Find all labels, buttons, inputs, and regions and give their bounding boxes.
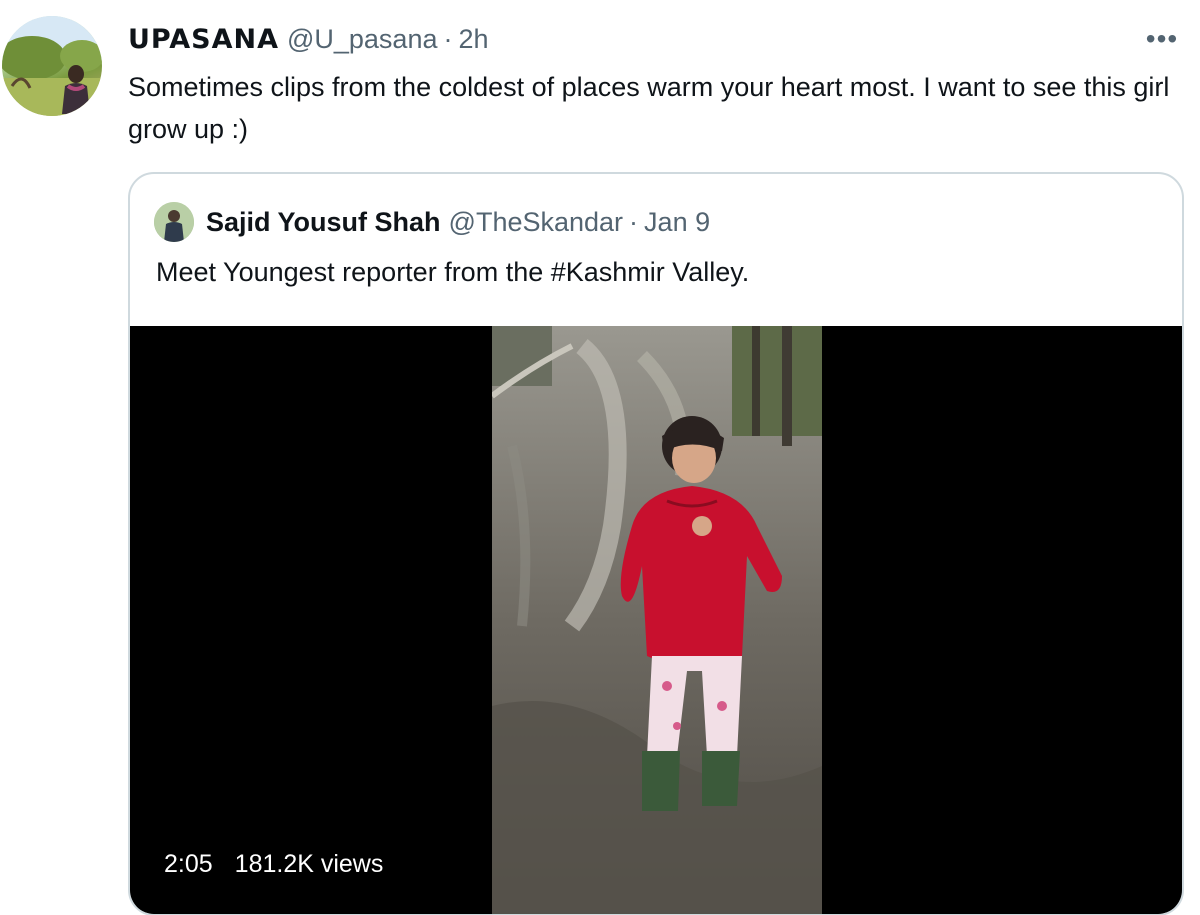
more-horizontal-icon[interactable]: ••• [1144, 23, 1180, 54]
quoted-author-handle[interactable]: @TheSkandar [449, 207, 624, 238]
quoted-tweet-header: Sajid Yousuf Shah @TheSkandar · Jan 9 [154, 202, 710, 242]
tweet-header: UPASANA @U_pasana · 2h [128, 22, 489, 56]
quoted-tweet-timestamp[interactable]: Jan 9 [644, 207, 710, 238]
video-view-count: 181.2K views [234, 850, 384, 878]
author-handle[interactable]: @U_pasana [287, 24, 438, 55]
video-metadata: 2:05 181.2K views [164, 850, 383, 879]
author-avatar[interactable] [2, 16, 102, 116]
video-duration: 2:05 [164, 850, 213, 878]
author-photo [2, 16, 102, 116]
author-display-name[interactable]: UPASANA [128, 24, 279, 55]
video-player[interactable]: 2:05 181.2K views [130, 326, 1182, 914]
quoted-tweet-card[interactable]: Sajid Yousuf Shah @TheSkandar · Jan 9 Me… [128, 172, 1184, 915]
quoted-author-avatar[interactable] [154, 202, 194, 242]
tweet-text: Sometimes clips from the coldest of plac… [128, 72, 1170, 144]
quoted-header-separator: · [629, 206, 639, 237]
quoted-tweet-text: Meet Youngest reporter from the #Kashmir… [156, 257, 750, 287]
quoted-author-display-name[interactable]: Sajid Yousuf Shah [206, 207, 441, 238]
header-separator: · [443, 23, 453, 54]
tweet: UPASANA @U_pasana · 2h ••• Sometimes cli… [0, 0, 1200, 915]
video-thumbnail [492, 326, 822, 914]
tweet-timestamp[interactable]: 2h [458, 24, 488, 55]
video-still-image [492, 326, 822, 914]
quoted-author-photo [154, 202, 194, 242]
